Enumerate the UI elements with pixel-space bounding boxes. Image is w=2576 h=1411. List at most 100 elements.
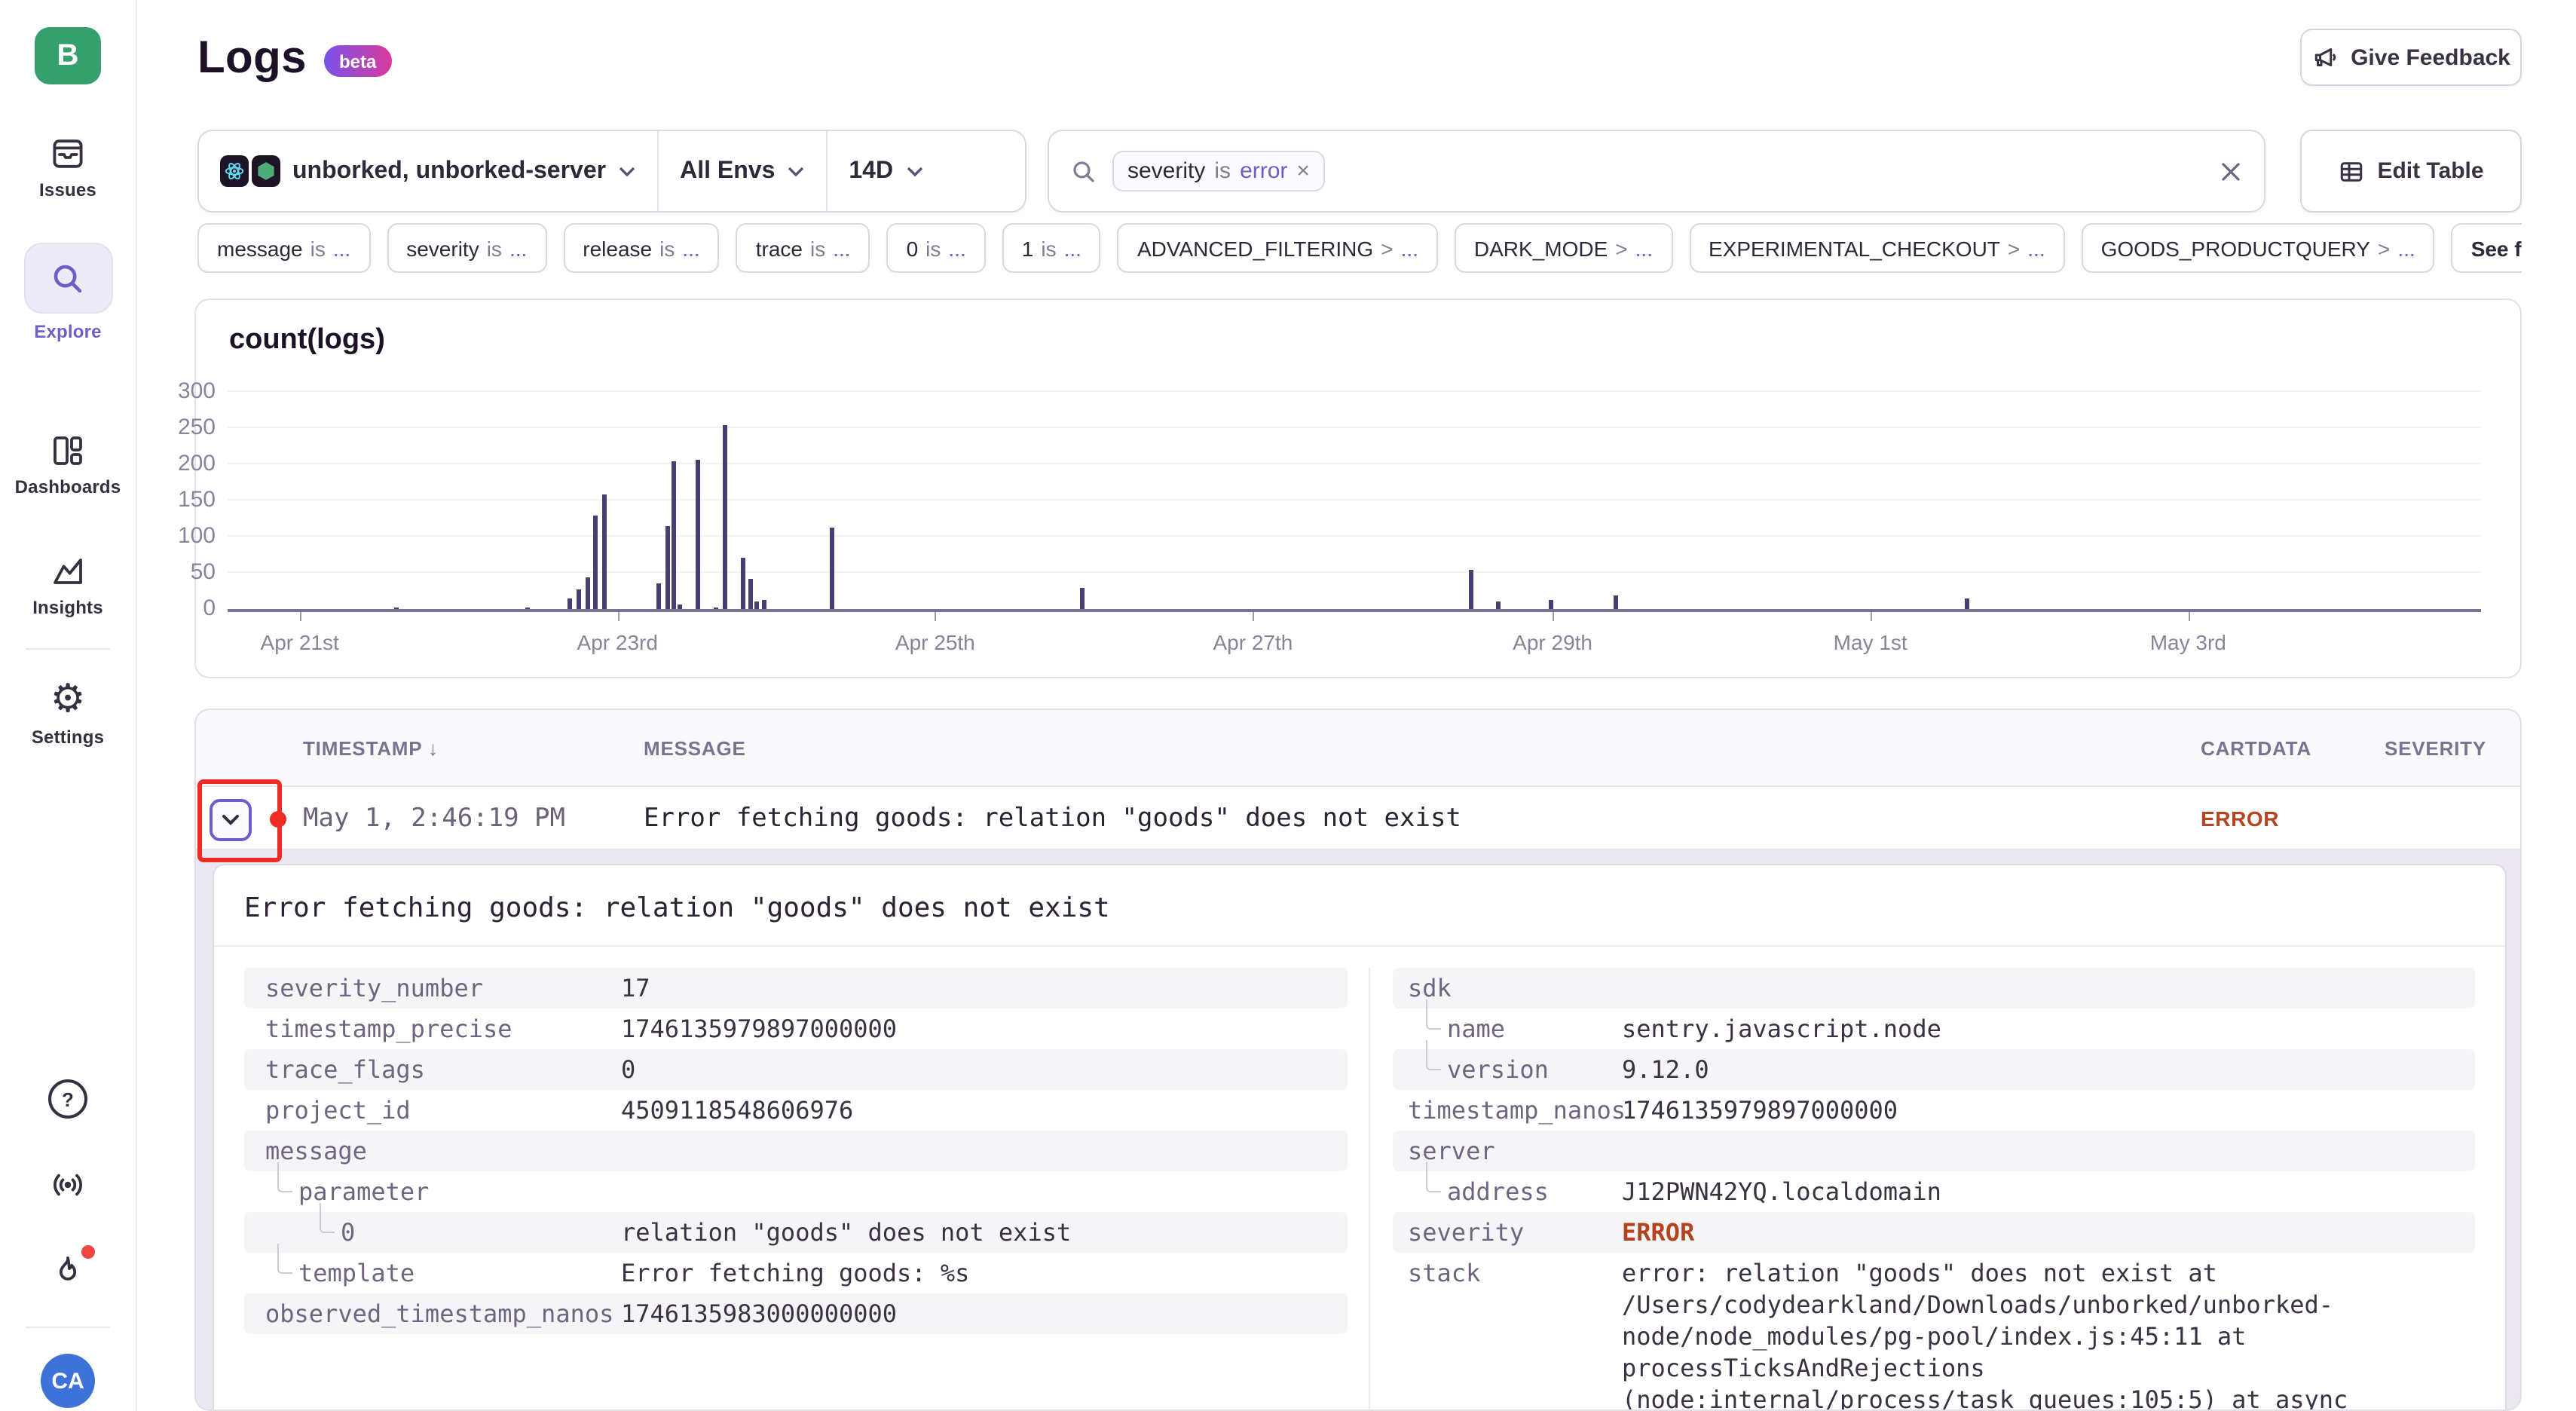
- chip-part: release: [583, 236, 652, 260]
- chip-part: ADVANCED_FILTERING: [1137, 236, 1373, 260]
- chart-bar: [672, 461, 676, 609]
- sidebar-divider: [26, 648, 110, 650]
- token-remove-icon[interactable]: ×: [1296, 158, 1310, 184]
- field-value: 17: [621, 968, 650, 1009]
- column-header-message[interactable]: MESSAGE: [644, 736, 2201, 759]
- chip-part: ...: [2027, 236, 2045, 260]
- chip-part: is: [487, 236, 502, 260]
- clear-search-icon[interactable]: [2219, 159, 2243, 183]
- y-axis-tick-label: 300: [161, 378, 216, 404]
- environment-selector[interactable]: All Envs: [657, 131, 826, 211]
- sidebar-item-settings[interactable]: ⚙ Settings: [0, 681, 136, 748]
- x-axis-tick: [1253, 612, 1254, 621]
- sidebar-item-insights[interactable]: Insights: [0, 553, 136, 618]
- chip-part: severity: [406, 236, 479, 260]
- table-icon: [2338, 158, 2365, 185]
- column-header-severity[interactable]: SEVERITY: [2385, 736, 2520, 759]
- sidebar-item-dashboards[interactable]: Dashboards: [0, 433, 136, 497]
- search-input[interactable]: severity is error ×: [1048, 130, 2265, 213]
- filter-chip-message[interactable]: messageis...: [197, 223, 370, 273]
- filter-chip-0[interactable]: 0is...: [887, 223, 986, 273]
- megaphone-icon: [2311, 44, 2339, 71]
- chevron-down-icon: [787, 165, 805, 177]
- y-axis-tick-label: 100: [161, 523, 216, 549]
- x-axis-tick-label: Apr 23rd: [577, 630, 658, 654]
- see-full-list-button[interactable]: See full list: [2452, 223, 2522, 273]
- sidebar-item-issues[interactable]: Issues: [0, 136, 136, 200]
- chart-bar: [714, 607, 719, 609]
- page-filter-bar: unborked, unborked-server All Envs 14D: [197, 130, 1026, 213]
- sidebar-item-label: Explore: [0, 321, 136, 342]
- filter-chip-trace[interactable]: traceis...: [736, 223, 870, 273]
- chart-bar: [742, 559, 746, 609]
- search-explore-icon: [50, 260, 86, 296]
- chip-part: ...: [682, 236, 699, 260]
- field-key: stack: [1393, 1253, 1622, 1293]
- token-operator: is: [1214, 158, 1231, 184]
- chip-part: ...: [1635, 236, 1653, 260]
- help-button[interactable]: ?: [0, 1079, 136, 1119]
- filter-chip-release[interactable]: releaseis...: [563, 223, 719, 273]
- detail-field-row: version9.12.0: [1393, 1049, 2475, 1090]
- x-axis-tick-label: Apr 27th: [1213, 630, 1293, 654]
- edit-table-button[interactable]: Edit Table: [2300, 130, 2522, 213]
- chart-plot-area[interactable]: 050100150200250300Apr 21stApr 23rdApr 25…: [228, 392, 2481, 612]
- chip-part: ...: [948, 236, 965, 260]
- broadcast-icon: [50, 1167, 86, 1203]
- gridline: [228, 571, 2481, 573]
- org-logo[interactable]: B: [35, 27, 101, 84]
- column-header-timestamp[interactable]: TIMESTAMP ↓: [303, 736, 644, 759]
- date-range-selector[interactable]: 14D: [826, 131, 944, 211]
- detail-field-row: sdk: [1393, 968, 2475, 1009]
- user-avatar[interactable]: CA: [41, 1354, 95, 1408]
- chip-part: EXPERIMENTAL_CHECKOUT: [1709, 236, 2000, 260]
- chart-bar: [678, 604, 683, 609]
- whats-new-button[interactable]: [0, 1253, 136, 1289]
- project-selector[interactable]: unborked, unborked-server: [199, 131, 657, 211]
- expand-row-button[interactable]: [210, 799, 252, 841]
- give-feedback-button[interactable]: Give Feedback: [2300, 29, 2522, 86]
- log-detail-panel: Error fetching goods: relation "goods" d…: [213, 864, 2507, 1411]
- detail-field-row: parameter: [244, 1171, 1348, 1212]
- tree-connector: [320, 1203, 335, 1233]
- search-token-severity[interactable]: severity is error ×: [1112, 151, 1325, 191]
- filter-chip-dark_mode[interactable]: DARK_MODE>...: [1455, 223, 1672, 273]
- detail-field-row: namesentry.javascript.node: [1393, 1009, 2475, 1049]
- filter-chip-advanced_filtering[interactable]: ADVANCED_FILTERING>...: [1118, 223, 1438, 273]
- log-severity-value: ERROR: [2201, 806, 2385, 830]
- broadcast-button[interactable]: [0, 1167, 136, 1203]
- sidebar-item-label: Insights: [0, 597, 136, 618]
- chart-bar: [568, 598, 572, 609]
- filter-chip-1[interactable]: 1is...: [1002, 223, 1101, 273]
- log-row[interactable]: May 1, 2:46:19 PM Error fetching goods: …: [196, 787, 2520, 850]
- detail-heading: Error fetching goods: relation "goods" d…: [214, 865, 2505, 947]
- column-header-cartdata[interactable]: CARTDATA: [2201, 736, 2385, 759]
- filter-chip-severity[interactable]: severity is...: [387, 223, 546, 273]
- chip-part: ...: [509, 236, 527, 260]
- field-key: observed_timestamp_nanos: [244, 1293, 621, 1334]
- explore-active-pill: [23, 243, 112, 314]
- chip-part: DARK_MODE: [1474, 236, 1608, 260]
- y-axis-tick-label: 200: [161, 451, 216, 476]
- field-key: message: [244, 1131, 621, 1171]
- field-value: relation "goods" does not exist: [621, 1212, 1071, 1253]
- chart-bar: [1614, 596, 1618, 609]
- x-axis-tick-label: Apr 29th: [1513, 630, 1592, 654]
- filter-chip-experimental_checkout[interactable]: EXPERIMENTAL_CHECKOUT>...: [1689, 223, 2065, 273]
- page-title: Logs: [197, 33, 307, 84]
- field-value: Error fetching goods: %s: [621, 1253, 969, 1293]
- filter-chip-goods_productquery[interactable]: GOODS_PRODUCTQUERY>...: [2082, 223, 2435, 273]
- field-value: ERROR: [1622, 1212, 1694, 1253]
- field-key: parameter: [244, 1171, 621, 1212]
- logs-table: TIMESTAMP ↓ MESSAGE CARTDATA SEVERITY Ma…: [194, 709, 2522, 1411]
- environment-selector-label: All Envs: [680, 158, 775, 185]
- sidebar-item-explore[interactable]: Explore: [0, 243, 136, 342]
- node-platform-icon: [252, 155, 280, 187]
- field-key: template: [244, 1253, 621, 1293]
- chart-bar: [696, 459, 701, 609]
- x-axis-tick: [1871, 612, 1872, 621]
- chart-bar: [577, 589, 581, 609]
- detail-field-row: addressJ12PWN42YQ.localdomain: [1393, 1171, 2475, 1212]
- detail-field-row: message: [244, 1131, 1348, 1171]
- x-axis-tick: [935, 612, 937, 621]
